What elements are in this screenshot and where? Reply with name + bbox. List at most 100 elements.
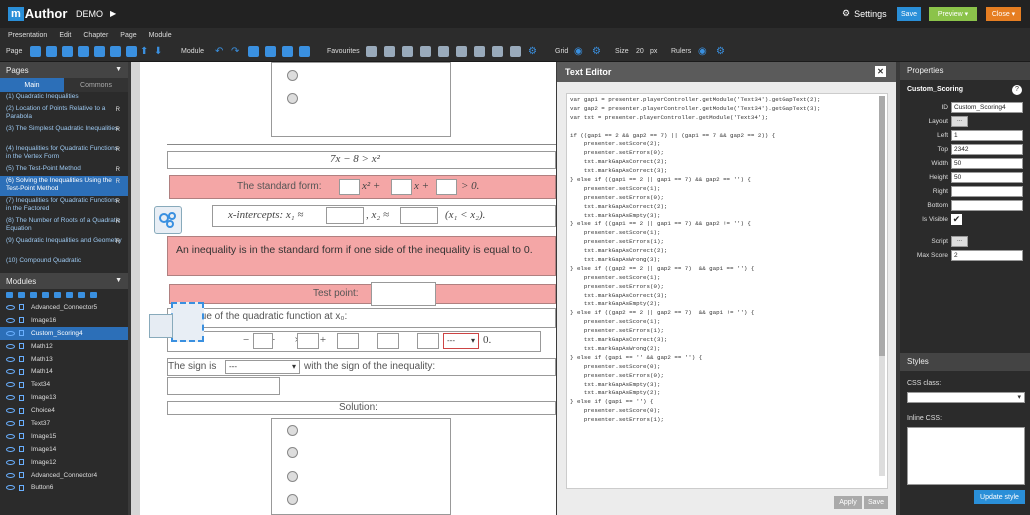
fav-button-icon[interactable] — [492, 46, 503, 57]
eye-icon[interactable] — [6, 420, 15, 426]
top-field[interactable]: 2342 — [951, 144, 1023, 155]
lock-icon[interactable] — [19, 317, 24, 324]
script-button[interactable]: ... — [951, 236, 968, 247]
eye-icon[interactable] — [6, 433, 15, 439]
page-item[interactable]: (4) Inequalities for Quadratic Functions… — [0, 144, 128, 164]
move-top-icon[interactable] — [78, 292, 85, 298]
x2-gap[interactable] — [400, 207, 438, 224]
page-settings-icon[interactable] — [110, 46, 121, 57]
lock-icon[interactable] — [19, 330, 24, 337]
menu-module[interactable]: Module — [149, 32, 172, 39]
scrollbar[interactable] — [879, 96, 885, 476]
module-item[interactable]: Image16 — [0, 314, 128, 327]
eye-icon[interactable] — [6, 369, 15, 375]
paste-page-icon[interactable] — [62, 46, 73, 57]
eye-icon[interactable] — [6, 382, 15, 388]
gap-input[interactable] — [253, 333, 273, 349]
lock-icon[interactable] — [19, 304, 24, 311]
gap-input[interactable] — [377, 333, 399, 349]
close-icon[interactable]: ✕ — [875, 66, 886, 77]
lock-icon[interactable] — [19, 381, 24, 388]
lock-icon[interactable] — [19, 484, 24, 491]
eye-icon[interactable] — [6, 395, 15, 401]
eye-icon[interactable] — [6, 408, 15, 414]
bottom-field[interactable] — [951, 200, 1023, 211]
value-select[interactable]: --- ▾ — [443, 333, 479, 349]
align-icon[interactable] — [248, 46, 259, 57]
rulers-settings-icon[interactable]: ⚙ — [716, 46, 727, 57]
tab-main[interactable]: Main — [0, 78, 64, 92]
delete-page-icon[interactable] — [78, 46, 89, 57]
module-item[interactable]: Math12 — [0, 340, 128, 353]
copy-page-icon[interactable] — [46, 46, 57, 57]
hide-all-icon[interactable] — [18, 292, 25, 298]
distribute-icon[interactable] — [265, 46, 276, 57]
eye-icon[interactable] — [6, 356, 15, 362]
page-item[interactable]: (8) The Number of Roots of a Quadratic E… — [0, 216, 128, 236]
lock-icon[interactable] — [19, 420, 24, 427]
radio-option[interactable] — [287, 93, 298, 104]
layout-button[interactable]: ... — [951, 116, 968, 127]
close-button[interactable]: Close ▾ — [986, 7, 1021, 21]
page-item[interactable]: (5) The Test-Point Method R — [0, 164, 128, 176]
lock-icon[interactable] — [19, 407, 24, 414]
eye-icon[interactable] — [6, 472, 15, 478]
connector-module-icon[interactable] — [154, 206, 182, 234]
move-down-icon[interactable] — [66, 292, 73, 298]
page-item[interactable]: (10) Compound Quadratic — [0, 256, 128, 268]
editor-canvas[interactable]: 7x − 8 > x² The standard form: x² + x + … — [131, 62, 556, 515]
sign-answer-box[interactable] — [167, 377, 280, 395]
export-page-icon[interactable] — [126, 46, 137, 57]
grid-show-icon[interactable]: ◉ — [574, 46, 585, 57]
width-field[interactable]: 50 — [951, 158, 1023, 169]
gap-input[interactable] — [297, 333, 319, 349]
undo-icon[interactable]: ↶ — [215, 46, 226, 57]
apply-button[interactable]: Apply — [834, 496, 862, 509]
x1-gap[interactable] — [326, 207, 364, 224]
radio-option[interactable] — [287, 494, 298, 505]
help-icon[interactable]: ? — [1012, 85, 1022, 95]
module-item[interactable]: Math13 — [0, 353, 128, 366]
eye-icon[interactable] — [6, 317, 15, 323]
menu-edit[interactable]: Edit — [59, 32, 71, 39]
settings-button[interactable]: ⚙ Settings — [842, 8, 887, 19]
lock-icon[interactable] — [19, 459, 24, 466]
tab-commons[interactable]: Commons — [64, 78, 128, 92]
gap-input[interactable] — [436, 179, 457, 195]
module-item[interactable]: Text37 — [0, 417, 128, 430]
eye-icon[interactable] — [6, 485, 15, 491]
rulers-show-icon[interactable]: ◉ — [698, 46, 709, 57]
fav-video-icon[interactable] — [420, 46, 431, 57]
update-style-button[interactable]: Update style — [974, 490, 1025, 504]
css-class-select[interactable]: ▾ — [907, 392, 1025, 403]
play-icon[interactable]: ▶ — [110, 9, 116, 18]
choice-module[interactable] — [271, 62, 451, 137]
eye-icon[interactable] — [6, 459, 15, 465]
fav-line-icon[interactable] — [456, 46, 467, 57]
arrow-up-icon[interactable]: ⬆ — [140, 46, 151, 57]
page-item[interactable]: (2) Location of Points Relative to a Par… — [0, 104, 128, 124]
radio-option[interactable] — [287, 471, 298, 482]
move-up-icon[interactable] — [54, 292, 61, 298]
module-item[interactable]: Advanced_Connector4 — [0, 469, 128, 482]
inline-css-input[interactable] — [907, 427, 1025, 485]
fav-choice-icon[interactable] — [510, 46, 521, 57]
code-editor[interactable]: var gap1 = presenter.playerController.ge… — [566, 93, 888, 489]
fav-image-icon[interactable] — [384, 46, 395, 57]
module-item[interactable]: Image14 — [0, 443, 128, 456]
lock-icon[interactable] — [19, 343, 24, 350]
fav-gap-icon[interactable] — [474, 46, 485, 57]
lock-icon[interactable] — [19, 433, 24, 440]
module-item[interactable]: Image15 — [0, 430, 128, 443]
eye-icon[interactable] — [6, 343, 15, 349]
page-item-selected[interactable]: (6) Solving the Inequalities Using the T… — [0, 176, 128, 196]
fav-settings-icon[interactable]: ⚙ — [528, 46, 539, 57]
sign-select[interactable]: --- ▾ — [225, 360, 300, 374]
module-item[interactable]: Image13 — [0, 391, 128, 404]
height-field[interactable]: 50 — [951, 172, 1023, 183]
max-score-field[interactable]: 2 — [951, 250, 1023, 261]
size-value[interactable]: 20 — [636, 48, 644, 55]
lock-icon[interactable] — [19, 472, 24, 479]
module-item[interactable]: Button6 — [0, 481, 128, 494]
lock-icon[interactable] — [19, 356, 24, 362]
